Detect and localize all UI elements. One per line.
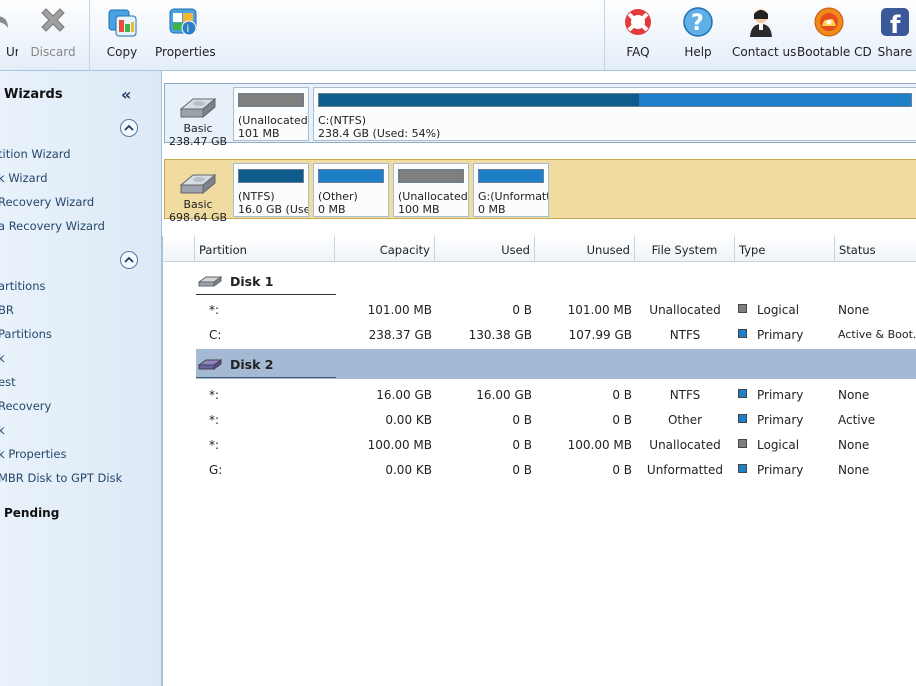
svg-text:i: i [187, 24, 190, 35]
svg-text:f: f [890, 11, 901, 38]
help-icon: ? [682, 6, 714, 38]
disk-2-map-row[interactable]: Basic 698.64 GB (NTFS) 16.0 GB (Used (Ot… [164, 159, 916, 224]
primary-type-swatch [738, 389, 747, 398]
primary-type-swatch [738, 414, 747, 423]
table-row[interactable]: *: 16.00 GB 16.00 GB 0 B NTFS Primary No… [163, 383, 916, 408]
column-header-unused[interactable]: Unused [535, 236, 635, 262]
copy-icon [106, 6, 138, 38]
disk-icon [198, 359, 222, 370]
collapse-operations-button[interactable] [120, 251, 138, 269]
sidebar-item-op-8[interactable]: k Properties [0, 447, 66, 461]
disk-2-group-row[interactable]: Disk 2 [196, 349, 916, 379]
logical-type-swatch [738, 304, 747, 313]
column-header-file-system[interactable]: File System [635, 236, 735, 262]
sidebar-item-op-1[interactable]: artitions [0, 279, 46, 293]
usage-bar [318, 169, 384, 183]
faq-icon [622, 6, 654, 38]
sidebar-item-op-2[interactable]: BR [0, 303, 14, 317]
disk-icon [198, 276, 222, 287]
sidebar-item-op-3[interactable]: Partitions [0, 327, 52, 341]
disk-1-info[interactable]: Basic 238.47 GB [167, 86, 229, 148]
usage-bar [318, 93, 912, 107]
partition-block[interactable]: G:(Unformatte 0 MB [473, 163, 549, 217]
undo-button[interactable]: Undo [0, 0, 18, 70]
column-header-used[interactable]: Used [435, 236, 535, 262]
column-header-capacity[interactable]: Capacity [335, 236, 435, 262]
partition-block[interactable]: C:(NTFS) 238.4 GB (Used: 54%) [313, 87, 916, 141]
sidebar-item-op-5[interactable]: est [0, 375, 16, 389]
disk-icon [179, 173, 217, 195]
disk-map: Basic 238.47 GB (Unallocated) 101 MB C:(… [162, 80, 916, 230]
help-button[interactable]: ? Help [676, 0, 720, 70]
usage-bar [238, 169, 304, 183]
table-row[interactable]: *: 101.00 MB 0 B 101.00 MB Unallocated L… [163, 298, 916, 323]
collapse-wizards-button[interactable] [120, 119, 138, 137]
bootable-cd-button[interactable]: Bootable CD [797, 0, 872, 70]
disk-icon [179, 97, 217, 119]
contact-us-button[interactable]: Contact us [732, 0, 796, 70]
usage-bar-fill [319, 94, 639, 106]
contact-icon [745, 6, 777, 38]
usage-bar [398, 169, 464, 183]
properties-icon: i [167, 6, 199, 38]
bootable-cd-icon [813, 6, 845, 38]
svg-text:?: ? [691, 11, 704, 36]
partition-block[interactable]: (Unallocated) 101 MB [233, 87, 309, 141]
sidebar-item-op-7[interactable]: k [0, 423, 5, 437]
sidebar-item-wizard-2[interactable]: k Wizard [0, 171, 48, 185]
sidebar-item-op-4[interactable]: k [0, 351, 5, 365]
wizards-title: Wizards [4, 87, 63, 102]
share-icon: f [879, 6, 911, 39]
sidebar-item-wizard-1[interactable]: tition Wizard [0, 147, 71, 161]
share-button[interactable]: f Share [875, 0, 915, 70]
sidebar-item-op-6[interactable]: Recovery [0, 399, 51, 413]
properties-button[interactable]: i Properties [155, 0, 216, 70]
partition-block[interactable]: (Other) 0 MB [313, 163, 389, 217]
toolbar: Undo Discard Copy i Properties [0, 0, 916, 71]
table-row[interactable]: G: 0.00 KB 0 B 0 B Unformatted Primary N… [163, 458, 916, 483]
partition-table: Partition Capacity Used Unused File Syst… [162, 236, 916, 686]
sidebar-item-wizard-4[interactable]: a Recovery Wizard [0, 219, 105, 233]
group-underline [196, 377, 336, 378]
logical-type-swatch [738, 439, 747, 448]
usage-bar [238, 93, 304, 107]
primary-type-swatch [738, 464, 747, 473]
copy-button[interactable]: Copy [100, 0, 144, 70]
usage-bar [478, 169, 544, 183]
faq-button[interactable]: FAQ [618, 0, 658, 70]
partition-block[interactable]: (NTFS) 16.0 GB (Used [233, 163, 309, 217]
group-underline [196, 294, 336, 295]
action-sidebar: Wizards « tition Wizard k Wizard Recover… [0, 71, 162, 686]
primary-type-swatch [738, 329, 747, 338]
table-row[interactable]: *: 0.00 KB 0 B 0 B Other Primary Active [163, 408, 916, 433]
column-header-partition[interactable]: Partition [195, 236, 335, 262]
table-row[interactable]: *: 100.00 MB 0 B 100.00 MB Unallocated L… [163, 433, 916, 458]
disk-2-info[interactable]: Basic 698.64 GB [167, 162, 229, 224]
column-header-status[interactable]: Status [835, 236, 916, 262]
collapse-sidebar-icon[interactable]: « [121, 85, 131, 104]
toolbar-separator [89, 0, 90, 70]
disk-1-group-row[interactable]: Disk 1 [196, 266, 916, 296]
column-header-blank [163, 236, 195, 262]
pending-title: Pending [4, 506, 60, 520]
discard-icon [37, 6, 69, 38]
table-row[interactable]: C: 238.37 GB 130.38 GB 107.99 GB NTFS Pr… [163, 323, 916, 348]
disk-1-map-row[interactable]: Basic 238.47 GB (Unallocated) 101 MB C:(… [164, 83, 916, 148]
undo-icon [0, 6, 14, 38]
sidebar-item-op-9[interactable]: MBR Disk to GPT Disk [0, 471, 122, 485]
column-header-type[interactable]: Type [735, 236, 835, 262]
sidebar-item-wizard-3[interactable]: Recovery Wizard [0, 195, 94, 209]
toolbar-separator [604, 0, 605, 70]
discard-button[interactable]: Discard [30, 0, 76, 70]
partition-block[interactable]: (Unallocated) 100 MB [393, 163, 469, 217]
